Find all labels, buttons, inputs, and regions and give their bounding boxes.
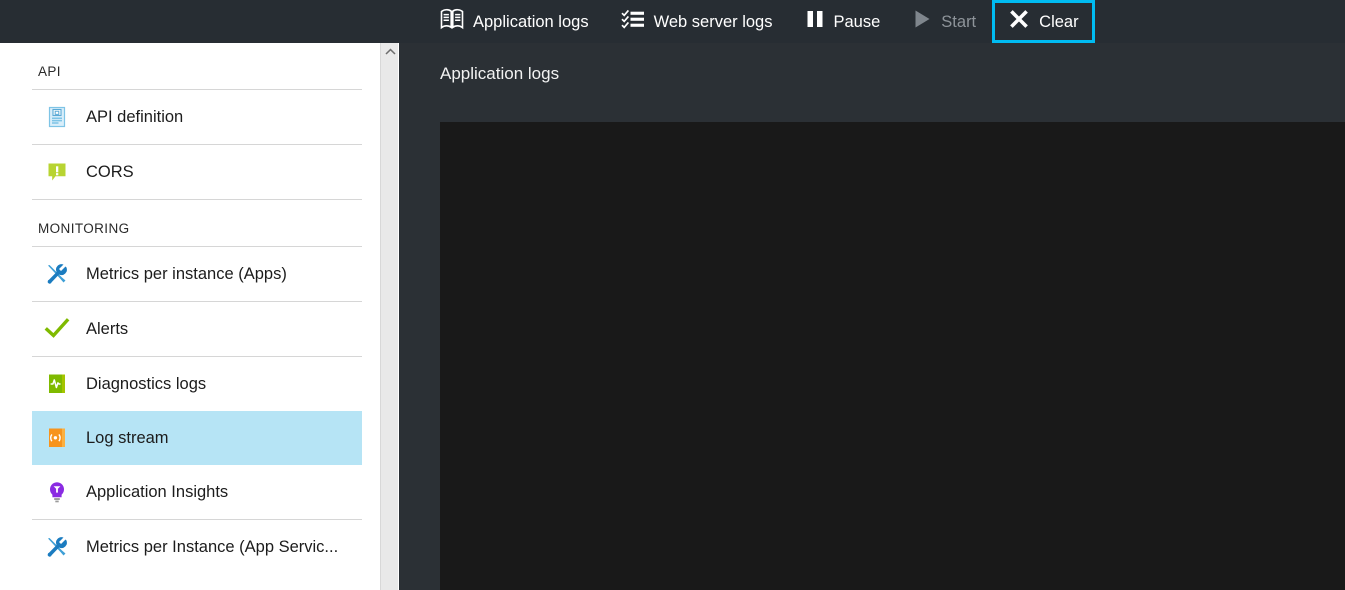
settings-sidebar: API API definition CORS MONITORING Metri… xyxy=(0,43,380,590)
play-icon xyxy=(912,8,932,35)
sidebar-item-cors[interactable]: CORS xyxy=(32,145,362,199)
chevron-up-icon[interactable] xyxy=(381,43,399,61)
start-label: Start xyxy=(941,12,977,31)
page-title: Application logs xyxy=(440,64,560,83)
checklist-icon xyxy=(620,8,645,35)
command-toolbar: Application logs Web server logs Pause S… xyxy=(0,0,1345,43)
sidebar-item-label: API definition xyxy=(86,107,184,126)
api-definition-document-icon xyxy=(44,104,70,130)
cors-alert-bubble-icon xyxy=(44,159,70,185)
pause-label: Pause xyxy=(833,12,881,31)
section-header-api: API xyxy=(38,64,61,79)
sidebar-item-diagnostics-logs[interactable]: Diagnostics logs xyxy=(32,357,362,411)
clear-button[interactable]: Clear xyxy=(992,0,1095,43)
start-button[interactable]: Start xyxy=(896,0,992,43)
web-server-logs-label: Web server logs xyxy=(653,12,773,31)
sidebar-item-label: Diagnostics logs xyxy=(86,374,207,393)
application-logs-button[interactable]: Application logs xyxy=(424,0,605,43)
log-output-console[interactable] xyxy=(440,122,1345,590)
web-server-logs-button[interactable]: Web server logs xyxy=(605,0,789,43)
pause-button[interactable]: Pause xyxy=(789,0,897,43)
sidebar-item-metrics-per-instance-app-service[interactable]: Metrics per Instance (App Servic... xyxy=(32,520,362,574)
log-stream-panel: Application logs xyxy=(399,43,1345,590)
sidebar-item-label: Log stream xyxy=(86,428,169,447)
tools-icon xyxy=(44,534,70,560)
sidebar-item-metrics-per-instance-apps[interactable]: Metrics per instance (Apps) xyxy=(32,247,362,301)
pause-icon xyxy=(805,8,825,35)
book-icon xyxy=(440,8,464,35)
sidebar-item-label: Alerts xyxy=(86,319,129,338)
sidebar-item-log-stream[interactable]: Log stream xyxy=(32,411,362,465)
close-x-icon xyxy=(1008,8,1030,35)
sidebar-item-label: Application Insights xyxy=(86,482,229,501)
sidebar-item-label: Metrics per instance (Apps) xyxy=(86,264,287,283)
lightbulb-icon xyxy=(44,479,70,505)
sidebar-item-alerts[interactable]: Alerts xyxy=(32,302,362,356)
application-logs-label: Application logs xyxy=(473,12,589,31)
tools-icon xyxy=(44,261,70,287)
clear-label: Clear xyxy=(1039,12,1079,31)
sidebar-scrollbar[interactable] xyxy=(380,43,398,590)
sidebar-item-application-insights[interactable]: Application Insights xyxy=(32,465,362,519)
sidebar-item-label: Metrics per Instance (App Servic... xyxy=(86,537,339,556)
section-header-monitoring: MONITORING xyxy=(38,221,130,236)
toolbar-left-spacer xyxy=(0,21,424,22)
log-stream-book-icon xyxy=(44,425,70,451)
sidebar-item-api-definition[interactable]: API definition xyxy=(32,90,362,144)
checkmark-icon xyxy=(44,316,70,342)
sidebar-item-label: CORS xyxy=(86,162,134,181)
diagnostics-book-icon xyxy=(44,371,70,397)
